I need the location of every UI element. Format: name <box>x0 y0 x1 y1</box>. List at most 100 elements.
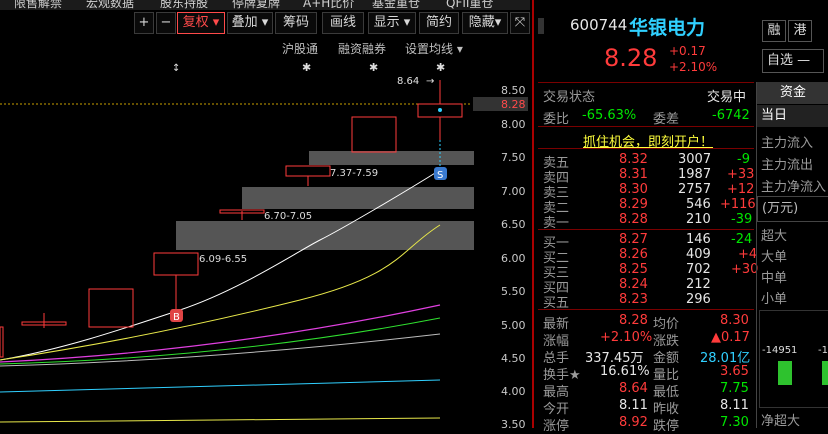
unit-dropdown[interactable]: (万元) <box>757 196 828 222</box>
quote-panel: 600744 华银电力 8.28 +0.17 +2.10% 融 港 自选 — 交… <box>538 0 828 434</box>
stock-code: 600744 <box>570 16 628 34</box>
fund-flow-panel: 资金 当日 主力流入 主力流出 主力净流入 (万元) 超大 大单 中单 小单 -… <box>756 82 828 429</box>
order-size-label: 大单 <box>761 250 788 265</box>
stat-value: 8.30 <box>720 313 749 328</box>
ma250-line <box>0 417 441 423</box>
stat-value: 16.61% <box>600 364 650 379</box>
buy-vol: 296 <box>686 292 711 307</box>
fund-bar-chart: -14951 -1 <box>759 310 828 408</box>
net-super-label: 净超大 <box>761 414 801 429</box>
buy-price: 8.25 <box>619 262 648 277</box>
stat-value: 8.28 <box>619 313 648 328</box>
sell-vol: 1987 <box>678 167 712 182</box>
buy-vol: 409 <box>686 247 711 262</box>
main-net-label: 主力净流入 <box>761 180 827 195</box>
stat-value: 8.64 <box>619 381 648 396</box>
y-tick: 8.00 <box>501 118 526 131</box>
watchlist-dropdown[interactable]: 自选 — <box>762 49 824 73</box>
event-star-icon: ✱ <box>436 61 445 74</box>
stat-value: 8.11 <box>720 398 749 413</box>
sell-price: 8.29 <box>619 197 648 212</box>
prev-icon[interactable] <box>538 18 544 34</box>
sell-price: 8.31 <box>619 167 648 182</box>
stat-value: +2.10% <box>600 330 653 345</box>
stat-label: 跌停 <box>653 419 680 434</box>
trade-status-value: 交易中 <box>707 90 747 105</box>
sell-delta: -9 <box>737 152 750 167</box>
buy-delta: +4 <box>738 247 758 262</box>
buy-price: 8.26 <box>619 247 648 262</box>
y-tick: 6.00 <box>501 252 526 265</box>
buy-price: 8.23 <box>619 292 648 307</box>
y-tick: 8.50 <box>501 84 526 97</box>
candle <box>285 165 331 177</box>
candle <box>0 326 4 358</box>
margin-tag[interactable]: 融 <box>762 20 786 42</box>
sell-vol: 3007 <box>678 152 712 167</box>
candle <box>153 252 199 276</box>
y-tick-last: 8.28 <box>501 98 526 111</box>
sell-delta: -39 <box>731 212 753 227</box>
panel-divider <box>532 0 534 428</box>
stat-value: 8.11 <box>619 398 648 413</box>
ma20-line <box>0 304 441 363</box>
sell-vol: 210 <box>686 212 711 227</box>
zone3-label: 6.09-6.55 <box>199 254 247 265</box>
kline-chart[interactable]: ↕ ✱ ✱ ✱ 8.64 → 7.37-7.59 6.70-7.05 6.09-… <box>0 0 530 428</box>
sell-delta: +12 <box>727 182 755 197</box>
chip-zone-1 <box>309 151 474 165</box>
main-outflow-label: 主力流出 <box>761 158 814 173</box>
event-star-icon: ✱ <box>369 61 378 74</box>
stock-name: 华银电力 <box>629 17 706 39</box>
y-tick: 7.50 <box>501 151 526 164</box>
sell-vol: 546 <box>686 197 711 212</box>
buy-price: 8.27 <box>619 232 648 247</box>
y-tick: 4.00 <box>501 385 526 398</box>
sell-vol: 2757 <box>678 182 712 197</box>
sell-price: 8.32 <box>619 152 648 167</box>
stat-value: 7.75 <box>720 381 749 396</box>
ma120-line <box>0 379 441 393</box>
y-tick: 3.50 <box>501 418 526 428</box>
svg-text:B: B <box>173 312 180 323</box>
event-marker-icon: ↕ <box>172 63 180 74</box>
weicha-label: 委差 <box>653 112 680 127</box>
tab-fund[interactable]: 资金 <box>757 82 828 104</box>
svg-text:→: → <box>426 76 434 87</box>
stat-value: 3.65 <box>720 364 749 379</box>
buy-price: 8.24 <box>619 277 648 292</box>
fund-bar <box>778 361 792 385</box>
weibi-label: 委比 <box>543 112 570 127</box>
bar-value: -14951 <box>762 345 798 356</box>
hk-tag[interactable]: 港 <box>788 20 812 42</box>
zone1-label: 7.37-7.59 <box>330 168 378 179</box>
chip-zone-2 <box>242 187 474 209</box>
zone2-label: 6.70-7.05 <box>264 211 312 222</box>
svg-text:S: S <box>437 170 443 181</box>
weicha-value: -6742 <box>712 108 750 123</box>
stock-change: +0.17 <box>669 44 706 58</box>
sell-delta: +116 <box>720 197 756 212</box>
sell-price: 8.30 <box>619 182 648 197</box>
buy-vol: 146 <box>686 232 711 247</box>
order-size-label: 超大 <box>761 229 788 244</box>
candle <box>88 288 134 328</box>
buy-delta: +30 <box>731 262 759 277</box>
stock-pct: +2.10% <box>669 60 718 74</box>
tab-today[interactable]: 当日 <box>757 105 828 127</box>
chip-zone-3 <box>176 221 474 250</box>
y-tick: 5.00 <box>501 319 526 332</box>
trade-status-label: 交易状态 <box>543 90 596 105</box>
stat-value: ▲0.17 <box>711 330 750 345</box>
order-size-label: 中单 <box>761 271 788 286</box>
order-size-label: 小单 <box>761 292 788 307</box>
y-tick: 4.50 <box>501 352 526 365</box>
buy-vol: 212 <box>686 277 711 292</box>
y-tick: 5.50 <box>501 285 526 298</box>
fund-bar <box>822 361 828 385</box>
event-star-icon: ✱ <box>302 61 311 74</box>
buy-delta: -24 <box>731 232 753 247</box>
bar-value: -1 <box>818 345 828 356</box>
stat-label: 涨停 <box>543 419 570 434</box>
high-label: 8.64 <box>397 76 419 87</box>
